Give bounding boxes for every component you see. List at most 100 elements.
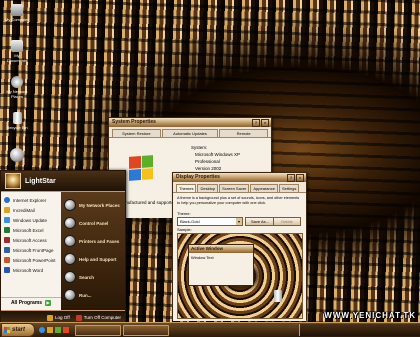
internet-explorer-icon bbox=[4, 197, 10, 203]
logoff-button[interactable]: Log Off bbox=[47, 314, 70, 321]
start-menu-item-frontpage[interactable]: Microsoft FrontPage bbox=[1, 245, 61, 255]
windows-update-icon bbox=[4, 217, 10, 223]
start-menu-right-column: My Network Places Control Panel Printers… bbox=[61, 192, 125, 310]
desktop-icon-globe[interactable] bbox=[4, 148, 30, 163]
computer-icon bbox=[11, 4, 23, 16]
save-as-button[interactable]: Save As... bbox=[245, 217, 275, 226]
user-name: LightStar bbox=[25, 177, 56, 185]
tab-automatic-updates[interactable]: Automatic Updates bbox=[161, 129, 219, 137]
system-line: Microsoft Windows XP bbox=[195, 152, 241, 157]
desktop-icon-my-documents[interactable]: My Documents bbox=[4, 40, 30, 63]
start-menu-item-internet-explorer[interactable]: Internet Explorer bbox=[1, 195, 61, 205]
quick-launch-browser-icon[interactable] bbox=[39, 327, 45, 333]
system-line: Professional bbox=[195, 159, 220, 164]
tab-themes[interactable]: Themes bbox=[176, 184, 197, 192]
start-menu-item-printers-and-faxes[interactable]: Printers and Faxes bbox=[61, 232, 125, 250]
all-programs-button[interactable]: All Programs ▶ bbox=[1, 297, 61, 308]
start-menu[interactable]: LightStar Internet Explorer IncrediMail … bbox=[0, 170, 126, 322]
desktop-background: My Computer My Documents My Network Plac… bbox=[0, 0, 420, 322]
watermark-text: WWW.YENICHAT.TK bbox=[324, 311, 416, 320]
windows-flag-icon bbox=[4, 327, 10, 333]
quick-launch-media-icon[interactable] bbox=[55, 327, 61, 333]
printer-icon bbox=[64, 235, 76, 247]
desktop-icon-recycle-bin[interactable]: Recycle Bin bbox=[4, 112, 30, 130]
desktop-icon-label: My Computer bbox=[4, 17, 29, 22]
theme-label: Theme: bbox=[177, 211, 191, 216]
desktop-icon-my-network-places[interactable]: My Network Places bbox=[4, 76, 30, 99]
tab-screen-saver[interactable]: Screen Saver bbox=[219, 184, 250, 192]
word-icon bbox=[4, 267, 10, 273]
system-label: System: bbox=[191, 145, 208, 150]
power-icon bbox=[75, 314, 82, 321]
theme-description: A theme is a background plus a set of so… bbox=[177, 196, 300, 205]
start-menu-item-excel[interactable]: Microsoft Excel bbox=[1, 225, 61, 235]
search-icon bbox=[64, 271, 76, 283]
taskbar-window-button[interactable] bbox=[75, 324, 121, 336]
theme-select[interactable]: Black-Gold ▾ bbox=[177, 217, 243, 226]
network-places-icon bbox=[64, 199, 76, 211]
logoff-icon bbox=[47, 314, 54, 321]
tab-desktop[interactable]: Desktop bbox=[197, 184, 219, 192]
taskbar-window-button[interactable] bbox=[123, 324, 169, 336]
start-menu-item-help-and-support[interactable]: Help and Support bbox=[61, 250, 125, 268]
system-tray bbox=[299, 324, 420, 336]
run-icon bbox=[64, 289, 76, 301]
close-button[interactable]: × bbox=[296, 174, 304, 182]
theme-select-value: Black-Gold bbox=[180, 219, 200, 224]
tab-appearance[interactable]: Appearance bbox=[250, 184, 278, 192]
preview-window-title: Active Window bbox=[189, 245, 253, 253]
preview-window-text: Window Text bbox=[191, 255, 214, 260]
start-menu-item-windows-update[interactable]: Windows Update bbox=[1, 215, 61, 225]
display-properties-window[interactable]: Display Properties ? × Themes Desktop Sc… bbox=[172, 172, 307, 321]
avatar bbox=[5, 173, 21, 189]
tab-system-restore[interactable]: System Restore bbox=[112, 129, 161, 137]
desktop-icon-my-computer[interactable]: My Computer bbox=[4, 4, 30, 22]
preview-recycle-bin-icon bbox=[274, 290, 282, 302]
taskbar: start bbox=[0, 322, 420, 337]
turn-off-button[interactable]: Turn Off Computer bbox=[75, 314, 121, 321]
close-button[interactable]: × bbox=[261, 119, 269, 127]
recycle-bin-icon bbox=[12, 112, 22, 124]
display-properties-titlebar[interactable]: Display Properties ? × bbox=[173, 173, 306, 182]
start-menu-item-incredimail[interactable]: IncrediMail bbox=[1, 205, 61, 215]
help-icon bbox=[64, 253, 76, 265]
desktop-icon-label: My Documents bbox=[6, 53, 28, 63]
start-menu-item-run[interactable]: Run... bbox=[61, 286, 125, 304]
delete-button[interactable]: Delete bbox=[273, 217, 301, 226]
documents-folder-icon bbox=[11, 40, 23, 52]
control-panel-icon bbox=[64, 217, 76, 229]
preview-active-window: Active Window Window Text bbox=[188, 244, 254, 286]
start-menu-left-column: Internet Explorer IncrediMail Windows Up… bbox=[1, 192, 61, 310]
quick-launch-mail-icon[interactable] bbox=[63, 327, 69, 333]
start-menu-item-word[interactable]: Microsoft Word bbox=[1, 265, 61, 275]
powerpoint-icon bbox=[4, 257, 10, 263]
start-button[interactable]: start bbox=[1, 323, 35, 337]
globe-icon bbox=[10, 148, 24, 162]
start-menu-footer: Log Off Turn Off Computer bbox=[1, 310, 125, 322]
chevron-down-icon: ▾ bbox=[236, 218, 242, 225]
system-line: Version 2002 bbox=[195, 166, 222, 171]
desktop-icon-label: My Network Places bbox=[6, 89, 28, 99]
desktop-icon-label: Recycle Bin bbox=[6, 125, 28, 130]
start-menu-item-control-panel[interactable]: Control Panel bbox=[61, 214, 125, 232]
arrow-right-icon: ▶ bbox=[45, 300, 52, 306]
system-properties-titlebar[interactable]: System Properties ? × bbox=[109, 118, 271, 127]
window-title: Display Properties bbox=[176, 174, 220, 180]
start-menu-item-my-network-places[interactable]: My Network Places bbox=[61, 196, 125, 214]
windows-logo bbox=[129, 155, 153, 181]
excel-icon bbox=[4, 227, 10, 233]
tab-settings[interactable]: Settings bbox=[278, 184, 300, 192]
access-icon bbox=[4, 237, 10, 243]
help-button[interactable]: ? bbox=[252, 119, 260, 127]
start-menu-item-powerpoint[interactable]: Microsoft PowerPoint bbox=[1, 255, 61, 265]
quick-launch-desktop-icon[interactable] bbox=[47, 327, 53, 333]
start-menu-item-access[interactable]: Microsoft Access bbox=[1, 235, 61, 245]
start-menu-header: LightStar bbox=[1, 171, 125, 192]
help-button[interactable]: ? bbox=[287, 174, 295, 182]
frontpage-icon bbox=[4, 247, 10, 253]
theme-sample-preview: Active Window Window Text bbox=[177, 233, 303, 319]
start-menu-item-search[interactable]: Search bbox=[61, 268, 125, 286]
tab-remote[interactable]: Remote bbox=[219, 129, 269, 137]
incredimail-icon bbox=[4, 207, 10, 213]
sample-label: Sample: bbox=[177, 227, 192, 232]
